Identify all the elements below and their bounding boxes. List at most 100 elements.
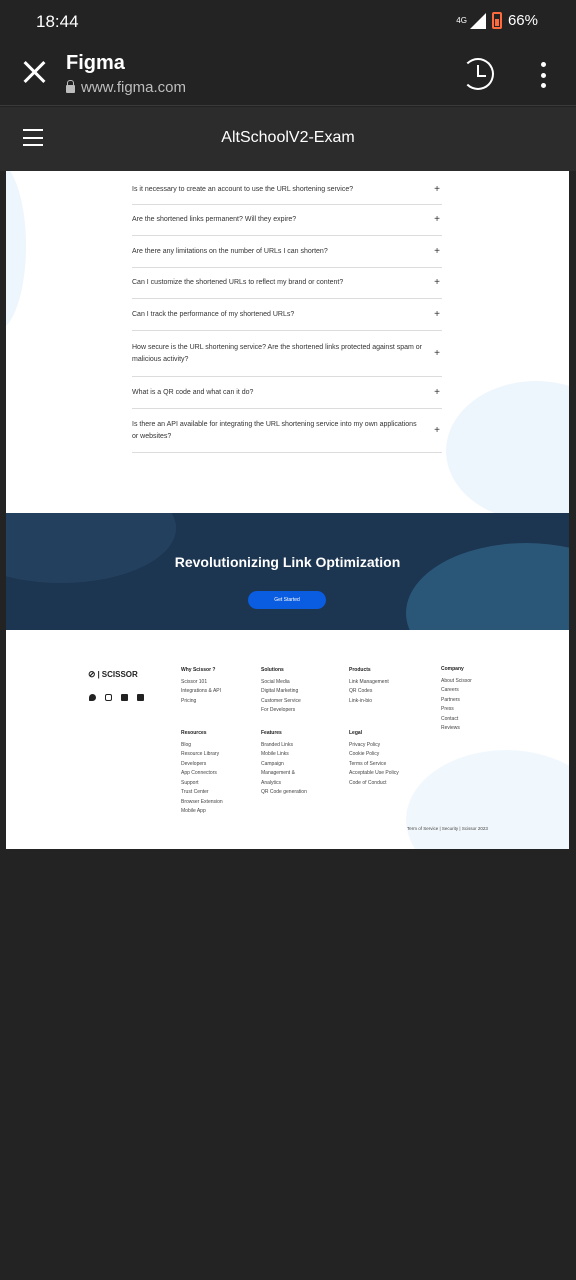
footer-link[interactable]: For Developers xyxy=(261,706,301,716)
footer-link[interactable]: Link Management xyxy=(349,678,389,688)
footer-link[interactable]: Trust Center xyxy=(181,788,223,798)
faq-item[interactable]: What is a QR code and what can it do? + xyxy=(132,377,442,409)
network-type: 4G xyxy=(456,16,467,25)
background-blob xyxy=(406,750,569,849)
site-url: www.figma.com xyxy=(66,79,186,96)
footer-column: Features Branded Links Mobile Links Campaig… xyxy=(261,729,307,798)
prototype-frame: Is it necessary to create an account to … xyxy=(6,171,569,849)
twitter-icon[interactable] xyxy=(89,694,96,701)
plus-icon[interactable]: + xyxy=(434,309,440,321)
site-title: Figma xyxy=(66,52,125,74)
more-options-icon[interactable] xyxy=(539,62,547,88)
footer-link[interactable]: Customer Service xyxy=(261,697,301,707)
plus-icon[interactable]: + xyxy=(434,214,440,226)
battery-percent: 66% xyxy=(507,12,538,29)
footer-link[interactable]: Management & xyxy=(261,769,307,779)
scissor-logo-icon: ⊘ xyxy=(88,669,96,679)
footer-link[interactable]: Branded Links xyxy=(261,741,307,751)
instagram-icon[interactable] xyxy=(105,694,112,701)
faq-item[interactable]: Can I customize the shortened URLs to re… xyxy=(132,268,442,299)
footer-link[interactable]: Contact xyxy=(441,715,472,725)
cta-banner: Revolutionizing Link Optimization Get St… xyxy=(6,513,569,630)
legal-bar: Term of Service | Security | Scissor 202… xyxy=(407,826,488,831)
footer-link[interactable]: Browser Extension xyxy=(181,798,223,808)
footer-link[interactable]: Press xyxy=(441,705,472,715)
background-wave xyxy=(6,513,176,583)
status-indicators: 4G 66% xyxy=(456,12,538,29)
footer-link[interactable]: Privacy Policy xyxy=(349,741,399,751)
footer-link[interactable]: QR Code generation xyxy=(261,788,307,798)
footer: ⊘ | SCISSOR Why Scissor ? Scissor 101 Inte… xyxy=(6,630,569,849)
file-title: AltSchoolV2-Exam xyxy=(221,129,355,146)
footer-link[interactable]: Analytics xyxy=(261,779,307,789)
footer-link[interactable]: Reviews xyxy=(441,724,472,734)
lock-icon xyxy=(66,79,75,93)
faq-item[interactable]: Is there an API available for integratin… xyxy=(132,409,442,453)
footer-link[interactable]: Support xyxy=(181,779,223,789)
plus-icon[interactable]: + xyxy=(434,246,440,258)
plus-icon[interactable]: + xyxy=(434,184,440,196)
footer-link[interactable]: App Connectors xyxy=(181,769,223,779)
footer-link[interactable]: Resource Library xyxy=(181,750,223,760)
footer-link[interactable]: Pricing xyxy=(181,697,221,707)
footer-link[interactable]: Careers xyxy=(441,686,472,696)
footer-link[interactable]: Mobile App xyxy=(181,807,223,817)
footer-link[interactable]: QR Codes xyxy=(349,687,389,697)
faq-item[interactable]: Are there any limitations on the number … xyxy=(132,236,442,268)
footer-column: Resources Blog Resource Library Developers A… xyxy=(181,729,223,817)
footer-column-heading: Why Scissor ? xyxy=(181,667,216,673)
footer-link[interactable]: Blog xyxy=(181,741,223,751)
faq-item[interactable]: How secure is the URL shortening service… xyxy=(132,331,442,377)
faq-item[interactable]: Can I track the performance of my shorte… xyxy=(132,299,442,331)
plus-icon[interactable]: + xyxy=(434,277,440,289)
plus-icon[interactable]: + xyxy=(434,387,440,399)
status-time: 18:44 xyxy=(36,12,79,31)
footer-column: Solutions Social Media Digital Marketing Cu… xyxy=(261,666,301,716)
get-started-button[interactable]: Get Started xyxy=(248,591,326,609)
social-links xyxy=(89,694,144,701)
footer-column: Why Scissor ? Scissor 101 Integrations & A… xyxy=(181,666,221,706)
footer-link[interactable]: Partners xyxy=(441,696,472,706)
linkedin-icon[interactable] xyxy=(121,694,128,701)
footer-link[interactable]: Integrations & API xyxy=(181,687,221,697)
footer-link[interactable]: Digital Marketing xyxy=(261,687,301,697)
footer-column-heading: Resources xyxy=(181,730,207,736)
cta-title: Revolutionizing Link Optimization xyxy=(174,554,401,570)
history-icon[interactable] xyxy=(462,58,494,90)
footer-link[interactable]: Social Media xyxy=(261,678,301,688)
footer-column: Company About Scissor Careers Partners Press… xyxy=(441,665,472,734)
footer-link[interactable]: Cookie Policy xyxy=(349,750,399,760)
signal-icon xyxy=(469,12,486,29)
facebook-icon[interactable] xyxy=(137,694,144,701)
brand-name: SCISSOR xyxy=(101,670,138,679)
footer-link[interactable]: Mobile Links xyxy=(261,750,307,760)
scissor-logo[interactable]: ⊘ | SCISSOR xyxy=(88,669,138,680)
footer-column: Legal Privacy Policy Cookie Policy Terms of… xyxy=(349,729,399,788)
footer-column-heading: Company xyxy=(441,666,464,672)
close-icon[interactable] xyxy=(22,60,46,84)
footer-link[interactable]: Campaign xyxy=(261,760,307,770)
browser-toolbar: Figma www.figma.com xyxy=(0,44,576,106)
battery-icon xyxy=(491,12,502,29)
footer-link[interactable]: Link-in-bio xyxy=(349,697,389,707)
background-blob xyxy=(446,381,569,521)
url-text: www.figma.com xyxy=(81,79,187,96)
footer-column-heading: Legal xyxy=(349,730,363,736)
footer-column: Products Link Management QR Codes Link-in-b… xyxy=(349,666,389,706)
footer-column-heading: Features xyxy=(261,730,282,736)
plus-icon[interactable]: + xyxy=(434,348,440,360)
footer-link[interactable]: Developers xyxy=(181,760,223,770)
footer-link[interactable]: About Scissor xyxy=(441,677,472,687)
faq-item[interactable]: Are the shortened links permanent? Will … xyxy=(132,205,442,236)
plus-icon[interactable]: + xyxy=(434,425,440,437)
figma-header: AltSchoolV2-Exam xyxy=(0,107,576,171)
footer-link[interactable]: Acceptable Use Policy xyxy=(349,769,399,779)
faq-item[interactable]: Is it necessary to create an account to … xyxy=(132,175,442,205)
footer-link[interactable]: Code of Conduct xyxy=(349,779,399,789)
background-blob xyxy=(6,171,26,331)
footer-link[interactable]: Scissor 101 xyxy=(181,678,221,688)
status-bar: 18:44 4G 66% xyxy=(0,0,576,44)
footer-column-heading: Products xyxy=(349,667,371,673)
footer-link[interactable]: Terms of Service xyxy=(349,760,399,770)
footer-column-heading: Solutions xyxy=(261,667,284,673)
